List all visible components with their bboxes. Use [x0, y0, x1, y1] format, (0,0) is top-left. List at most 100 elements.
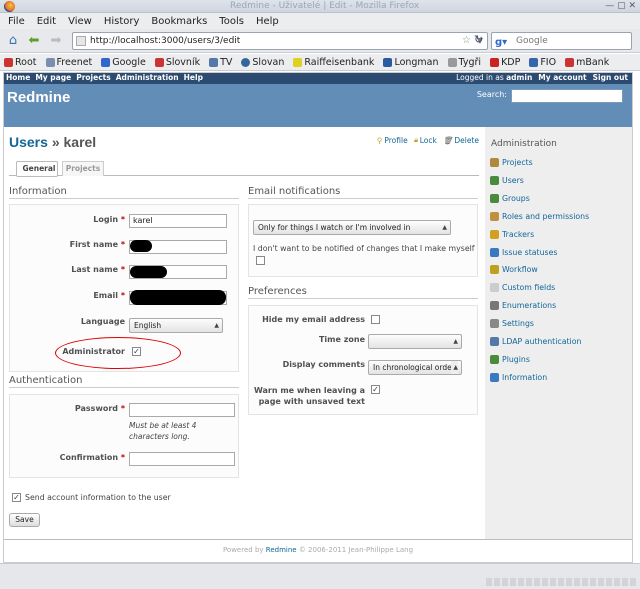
- send-information-checkbox[interactable]: ✓: [12, 493, 21, 502]
- bookmark-kdp[interactable]: KDP: [490, 57, 520, 68]
- confirmation-input[interactable]: [129, 452, 235, 466]
- notification-select[interactable]: Only for things I watch or I'm involved …: [253, 220, 451, 235]
- sidebar-item-icon: [490, 337, 499, 346]
- resize-grip[interactable]: [486, 578, 636, 586]
- bookmark-label: mBank: [576, 56, 610, 68]
- bookmark-tygri[interactable]: Tygři: [447, 57, 481, 68]
- display-comments-value: In chronological order: [373, 363, 455, 372]
- notification-value: Only for things I watch or I'm involved …: [258, 223, 411, 232]
- sidebar-item-users[interactable]: Users: [490, 175, 524, 185]
- self-notify-checkbox[interactable]: [256, 256, 265, 265]
- sidebar-item-workflow[interactable]: Workflow: [490, 265, 538, 275]
- reload-icon[interactable]: ↻: [474, 33, 488, 49]
- bookmark-icon: [490, 57, 500, 67]
- sidebar-item-groups[interactable]: Groups: [490, 193, 530, 203]
- bookmark-icon: [241, 57, 251, 67]
- bookmark-fio[interactable]: FIO: [529, 57, 556, 68]
- sidebar-item-icon: [490, 158, 499, 167]
- topmenu-my-account[interactable]: My account: [538, 73, 586, 82]
- select-arrows-icon: ▲▼: [453, 338, 458, 345]
- topmenu-my-page[interactable]: My page: [35, 73, 71, 82]
- search-placeholder: Google: [516, 36, 548, 46]
- bookmark-mbank[interactable]: mBank: [565, 57, 609, 68]
- search-engine-box[interactable]: g▾ Google: [491, 32, 632, 50]
- bookmark-slovan[interactable]: Slovan: [241, 57, 284, 68]
- window-title: Redmine - Uživatelé | Edit - Mozilla Fir…: [230, 1, 420, 11]
- tab-projects[interactable]: Projects: [62, 161, 104, 176]
- sidebar-item-label: Projects: [502, 158, 533, 167]
- back-icon[interactable]: ⬅: [26, 32, 42, 49]
- topmenu-administration[interactable]: Administration: [116, 73, 179, 82]
- sidebar-item-custom-fields[interactable]: Custom fields: [490, 283, 555, 293]
- profile-link[interactable]: ⚲ Profile: [377, 135, 408, 145]
- password-input[interactable]: [129, 403, 235, 417]
- footer-copyright: © 2006-2011 Jean-Philippe Lang: [298, 546, 414, 554]
- sidebar-item-icon: [490, 319, 499, 329]
- footer-redmine-link[interactable]: Redmine: [266, 546, 297, 554]
- topmenu-projects[interactable]: Projects: [76, 73, 111, 82]
- email-label-text: Email: [93, 291, 119, 300]
- topmenu-home[interactable]: Home: [6, 73, 30, 82]
- menu-file[interactable]: File: [8, 16, 25, 27]
- sidebar-item-plugins[interactable]: Plugins: [490, 354, 530, 364]
- menu-bookmarks[interactable]: Bookmarks: [151, 16, 207, 27]
- sidebar-item-information[interactable]: Information: [490, 372, 547, 382]
- menu-help[interactable]: Help: [256, 16, 279, 27]
- login-input[interactable]: karel: [129, 214, 227, 228]
- bookmark-icon: [447, 57, 457, 67]
- sidebar-item-projects[interactable]: Projects: [490, 158, 533, 167]
- lock-label: Lock: [419, 135, 437, 145]
- login-label-text: Login: [93, 215, 119, 224]
- topmenu-help[interactable]: Help: [184, 73, 203, 82]
- bookmark-label: TV: [220, 56, 233, 68]
- forward-icon[interactable]: ➡: [48, 32, 64, 49]
- bookmark-freenet[interactable]: Freenet: [45, 57, 92, 68]
- language-select[interactable]: English ▲▼: [129, 318, 223, 333]
- save-button[interactable]: Save: [9, 513, 40, 527]
- home-icon[interactable]: ⌂: [5, 32, 21, 49]
- sidebar-item-ldap-authentication[interactable]: LDAP authentication: [490, 337, 581, 346]
- bookmark-tv[interactable]: TV: [209, 57, 232, 68]
- menu-view[interactable]: View: [68, 16, 92, 27]
- hide-mail-checkbox[interactable]: [371, 315, 380, 324]
- warn-leaving-checkbox[interactable]: ✓: [371, 385, 380, 394]
- url-bar[interactable]: http://localhost:3000/users/3/edit ☆ ▼: [72, 32, 488, 50]
- lock-link[interactable]: 🔒︎ Lock: [414, 135, 437, 145]
- bookmark-star-icon[interactable]: ☆: [462, 33, 471, 49]
- self-notify-label: I don't want to be notified of changes t…: [253, 244, 475, 253]
- menu-edit[interactable]: Edit: [37, 16, 56, 27]
- logged-in-prefix: Logged in as: [456, 73, 504, 82]
- display-comments-select[interactable]: In chronological order▲▼: [368, 360, 462, 375]
- bookmark-label: KDP: [501, 56, 521, 68]
- sidebar-item-enumerations[interactable]: Enumerations: [490, 301, 556, 311]
- google-icon[interactable]: g▾: [495, 35, 507, 51]
- delete-link[interactable]: 🗑︎ Delete: [443, 135, 479, 145]
- tab-general[interactable]: General: [16, 161, 58, 177]
- bookmark-raiffeisenbank[interactable]: Raiffeisenbank: [293, 57, 374, 68]
- bookmark-google[interactable]: Google: [101, 57, 146, 68]
- profile-label: Profile: [384, 135, 408, 145]
- window-controls[interactable]: — ▢ ✕: [605, 1, 636, 11]
- required-mark: *: [120, 453, 125, 462]
- sidebar-item-icon: [490, 265, 499, 275]
- sidebar-item-settings[interactable]: Settings: [490, 319, 534, 329]
- menu-tools[interactable]: Tools: [219, 16, 244, 27]
- search-input[interactable]: [511, 89, 623, 103]
- logged-in-user[interactable]: admin: [506, 73, 532, 82]
- bookmark-longman[interactable]: Longman: [383, 57, 439, 68]
- bookmark-icon: [101, 57, 111, 67]
- bookmark-slovnik[interactable]: Slovník: [154, 57, 200, 68]
- sidebar-item-trackers[interactable]: Trackers: [490, 229, 534, 239]
- navigation-toolbar: ⌂ ⬅ ➡ http://localhost:3000/users/3/edit…: [0, 29, 640, 53]
- bookmark-label: FIO: [540, 56, 557, 68]
- timezone-select[interactable]: ▲▼: [368, 334, 462, 349]
- hide-mail-label: Hide my email address: [262, 315, 365, 324]
- bookmark-root[interactable]: Root: [4, 57, 37, 68]
- users-breadcrumb-link[interactable]: Users: [9, 134, 48, 150]
- menu-history[interactable]: History: [104, 16, 140, 27]
- sidebar-item-issue-statuses[interactable]: Issue statuses: [490, 247, 557, 257]
- language-label: Language: [80, 317, 125, 326]
- warn-leaving-label-line2: page with unsaved text: [258, 397, 365, 406]
- topmenu-sign-out[interactable]: Sign out: [593, 73, 628, 82]
- sidebar-item-roles-and-permissions[interactable]: Roles and permissions: [490, 211, 589, 221]
